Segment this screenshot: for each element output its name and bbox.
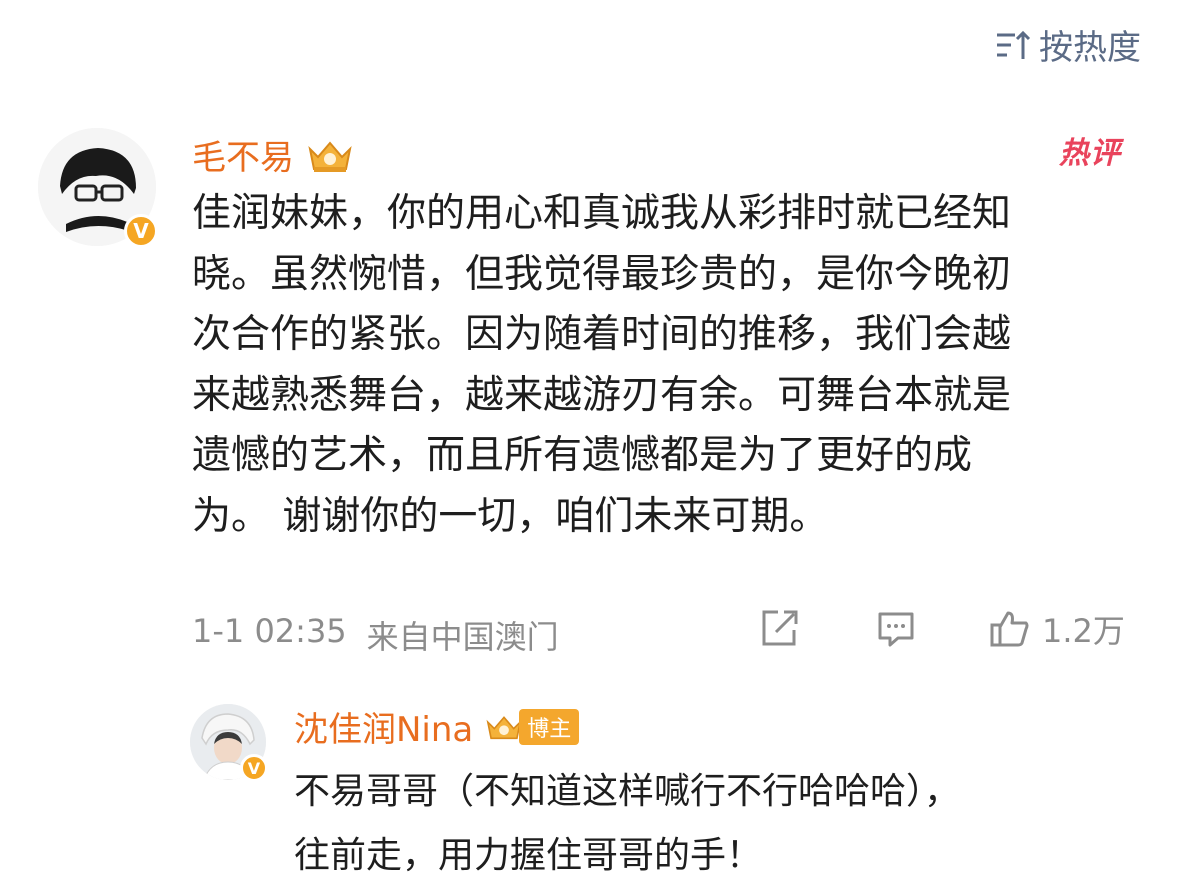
reply-body: 不易哥哥（不知道这样喊行不行哈哈哈）， 往前走，用力握住哥哥的手！ — [294, 760, 1154, 888]
verified-badge-icon: V — [240, 754, 268, 782]
comment-meta: 1-1 02:35 来自中国澳门 — [192, 612, 559, 658]
reply-author-name[interactable]: 沈佳润Nina 博主 — [294, 702, 580, 751]
host-tag: 博主 — [519, 708, 580, 745]
like-count: 1.2万 — [1042, 612, 1125, 650]
repost-icon — [762, 610, 798, 646]
host-badge: 博主 — [483, 708, 580, 745]
crown-badge-icon — [308, 140, 352, 172]
hot-comment-label: 热评 — [1059, 136, 1121, 171]
author-name: 毛不易 — [192, 138, 294, 178]
sort-label: 按热度 — [1039, 28, 1141, 68]
reply-line: 不易哥哥（不知道这样喊行不行哈哈哈）， — [294, 771, 961, 812]
comment-line: 佳润妹妹，你的用心和真诚我从彩排时就已经知 — [192, 191, 1012, 236]
reply-author: 沈佳润Nina — [294, 710, 474, 750]
comment-line: 为。 谢谢你的一切，咱们未来可期。 — [192, 493, 829, 539]
comment-time: 1-1 02:35 — [192, 612, 347, 650]
comment-line: 遗憾的艺术，而且所有遗憾都是为了更好的成 — [192, 433, 973, 478]
comment-icon — [878, 612, 914, 647]
repost-button[interactable] — [756, 606, 800, 650]
author-avatar[interactable]: V — [38, 128, 158, 248]
comment-body: 佳润妹妹，你的用心和真诚我从彩排时就已经知 晓。虽然惋惜，但我觉得最珍贵的，是你… — [192, 184, 1152, 547]
like-button[interactable]: 1.2万 — [988, 606, 1125, 652]
comment-line: 次合作的紧张。因为随着时间的推移，我们会越 — [192, 312, 1012, 357]
verified-badge-icon: V — [124, 214, 158, 248]
comment-line: 来越熟悉舞台，越来越游刃有余。可舞台本就是 — [192, 372, 1012, 418]
comment-author-name[interactable]: 毛不易 — [192, 130, 356, 179]
thumbs-up-icon — [990, 611, 1029, 647]
sort-icon — [997, 30, 1031, 59]
reply-line: 往前走，用力握住哥哥的手！ — [294, 835, 763, 876]
comment-actions: 1.2万 — [750, 606, 1150, 660]
comment-location: 来自中国澳门 — [366, 618, 559, 656]
reply-author-avatar[interactable]: V — [190, 704, 268, 782]
comment-line: 晓。虽然惋惜，但我觉得最珍贵的，是你今晚初 — [192, 251, 1012, 297]
reply-button[interactable] — [874, 606, 918, 650]
sort-by-heat-button[interactable]: 按热度 — [993, 20, 1141, 69]
